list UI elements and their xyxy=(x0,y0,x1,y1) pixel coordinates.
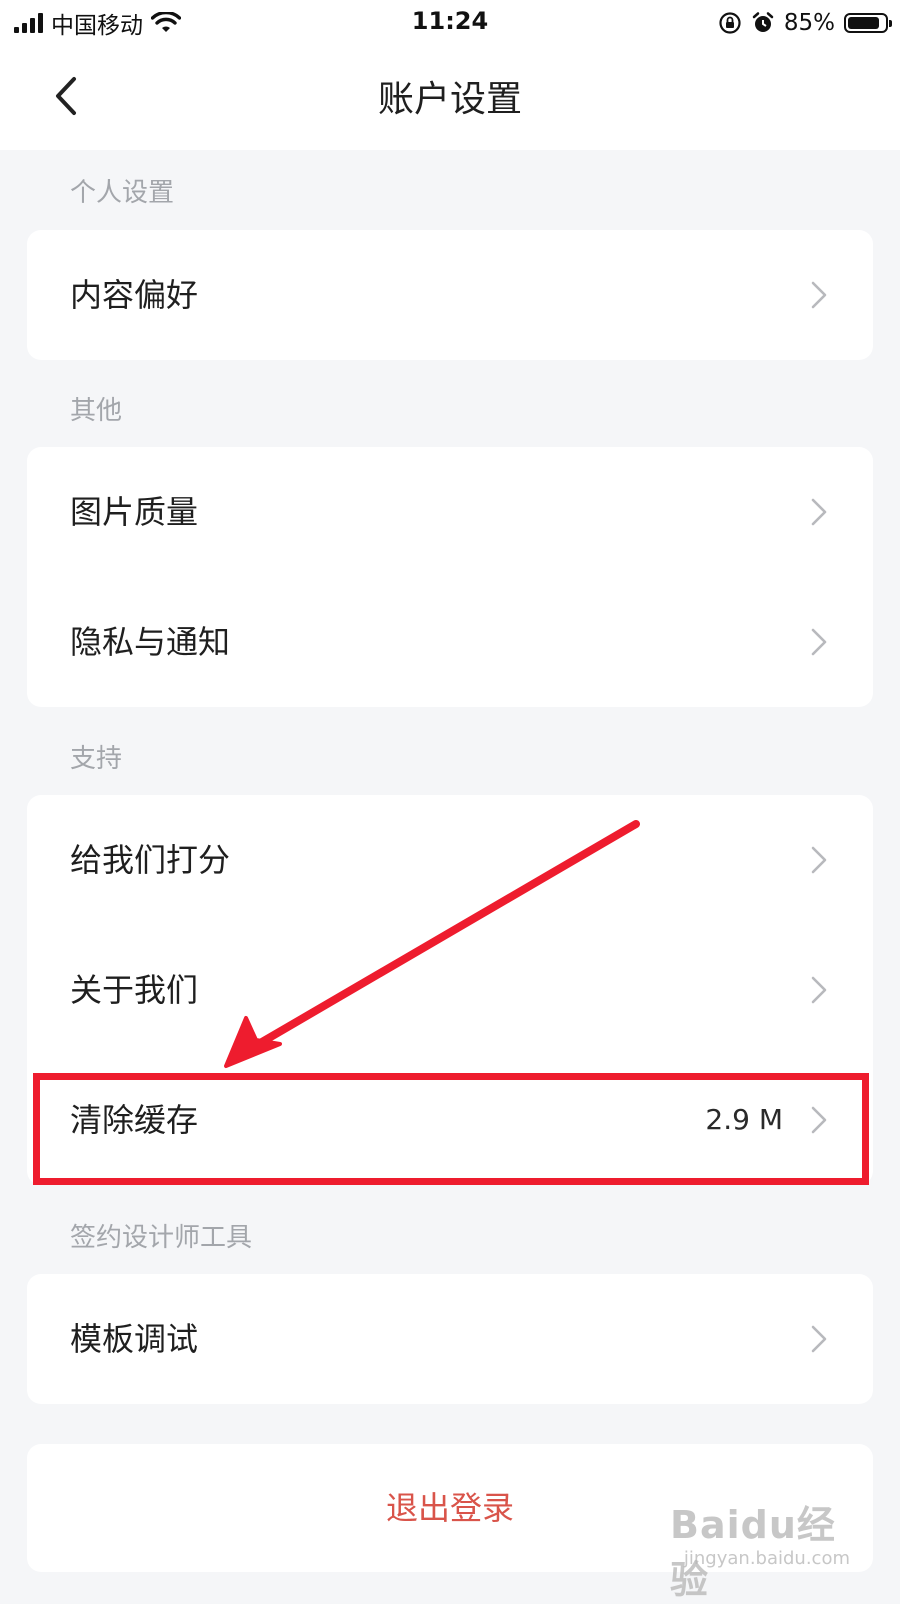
card-personal: 内容偏好 xyxy=(27,230,873,360)
row-label: 模板调试 xyxy=(70,1320,199,1358)
watermark: Baidu经验 jingyan.baidu.com xyxy=(670,1494,860,1602)
section-label-personal: 个人设置 xyxy=(70,178,175,208)
row-label: 隐私与通知 xyxy=(70,623,231,661)
chevron-right-icon xyxy=(811,498,827,526)
row-label: 给我们打分 xyxy=(70,841,231,879)
row-label: 内容偏好 xyxy=(70,276,199,314)
row-template-debug[interactable]: 模板调试 xyxy=(27,1274,873,1404)
rotation-lock-icon xyxy=(719,12,741,34)
chevron-right-icon xyxy=(811,628,827,656)
row-image-quality[interactable]: 图片质量 xyxy=(27,447,873,577)
section-label-other: 其他 xyxy=(70,396,123,426)
status-bar: 中国移动 11:24 85% xyxy=(0,0,900,46)
row-about-us[interactable]: 关于我们 xyxy=(27,925,873,1055)
row-rate-us[interactable]: 给我们打分 xyxy=(27,795,873,925)
section-label-designer-tools: 签约设计师工具 xyxy=(70,1223,253,1253)
row-label: 关于我们 xyxy=(70,971,199,1009)
section-label-support: 支持 xyxy=(70,744,123,774)
nav-bar: 账户设置 xyxy=(0,46,900,150)
battery-percent: 85% xyxy=(783,10,835,36)
card-other: 图片质量 隐私与通知 xyxy=(27,447,873,707)
row-privacy-notifications[interactable]: 隐私与通知 xyxy=(27,577,873,707)
status-right: 85% xyxy=(718,8,892,38)
chevron-right-icon xyxy=(811,1325,827,1353)
watermark-url: jingyan.baidu.com xyxy=(683,1548,850,1569)
row-content-preference[interactable]: 内容偏好 xyxy=(27,230,873,360)
chevron-right-icon xyxy=(811,281,827,309)
row-label: 图片质量 xyxy=(70,493,199,531)
chevron-right-icon xyxy=(811,846,827,874)
page-title: 账户设置 xyxy=(377,79,522,120)
chevron-right-icon xyxy=(811,976,827,1004)
card-designer-tools: 模板调试 xyxy=(27,1274,873,1404)
alarm-icon xyxy=(752,12,774,32)
battery-level xyxy=(848,17,879,29)
annotation-highlight-box xyxy=(33,1073,869,1185)
battery-icon xyxy=(844,13,892,33)
